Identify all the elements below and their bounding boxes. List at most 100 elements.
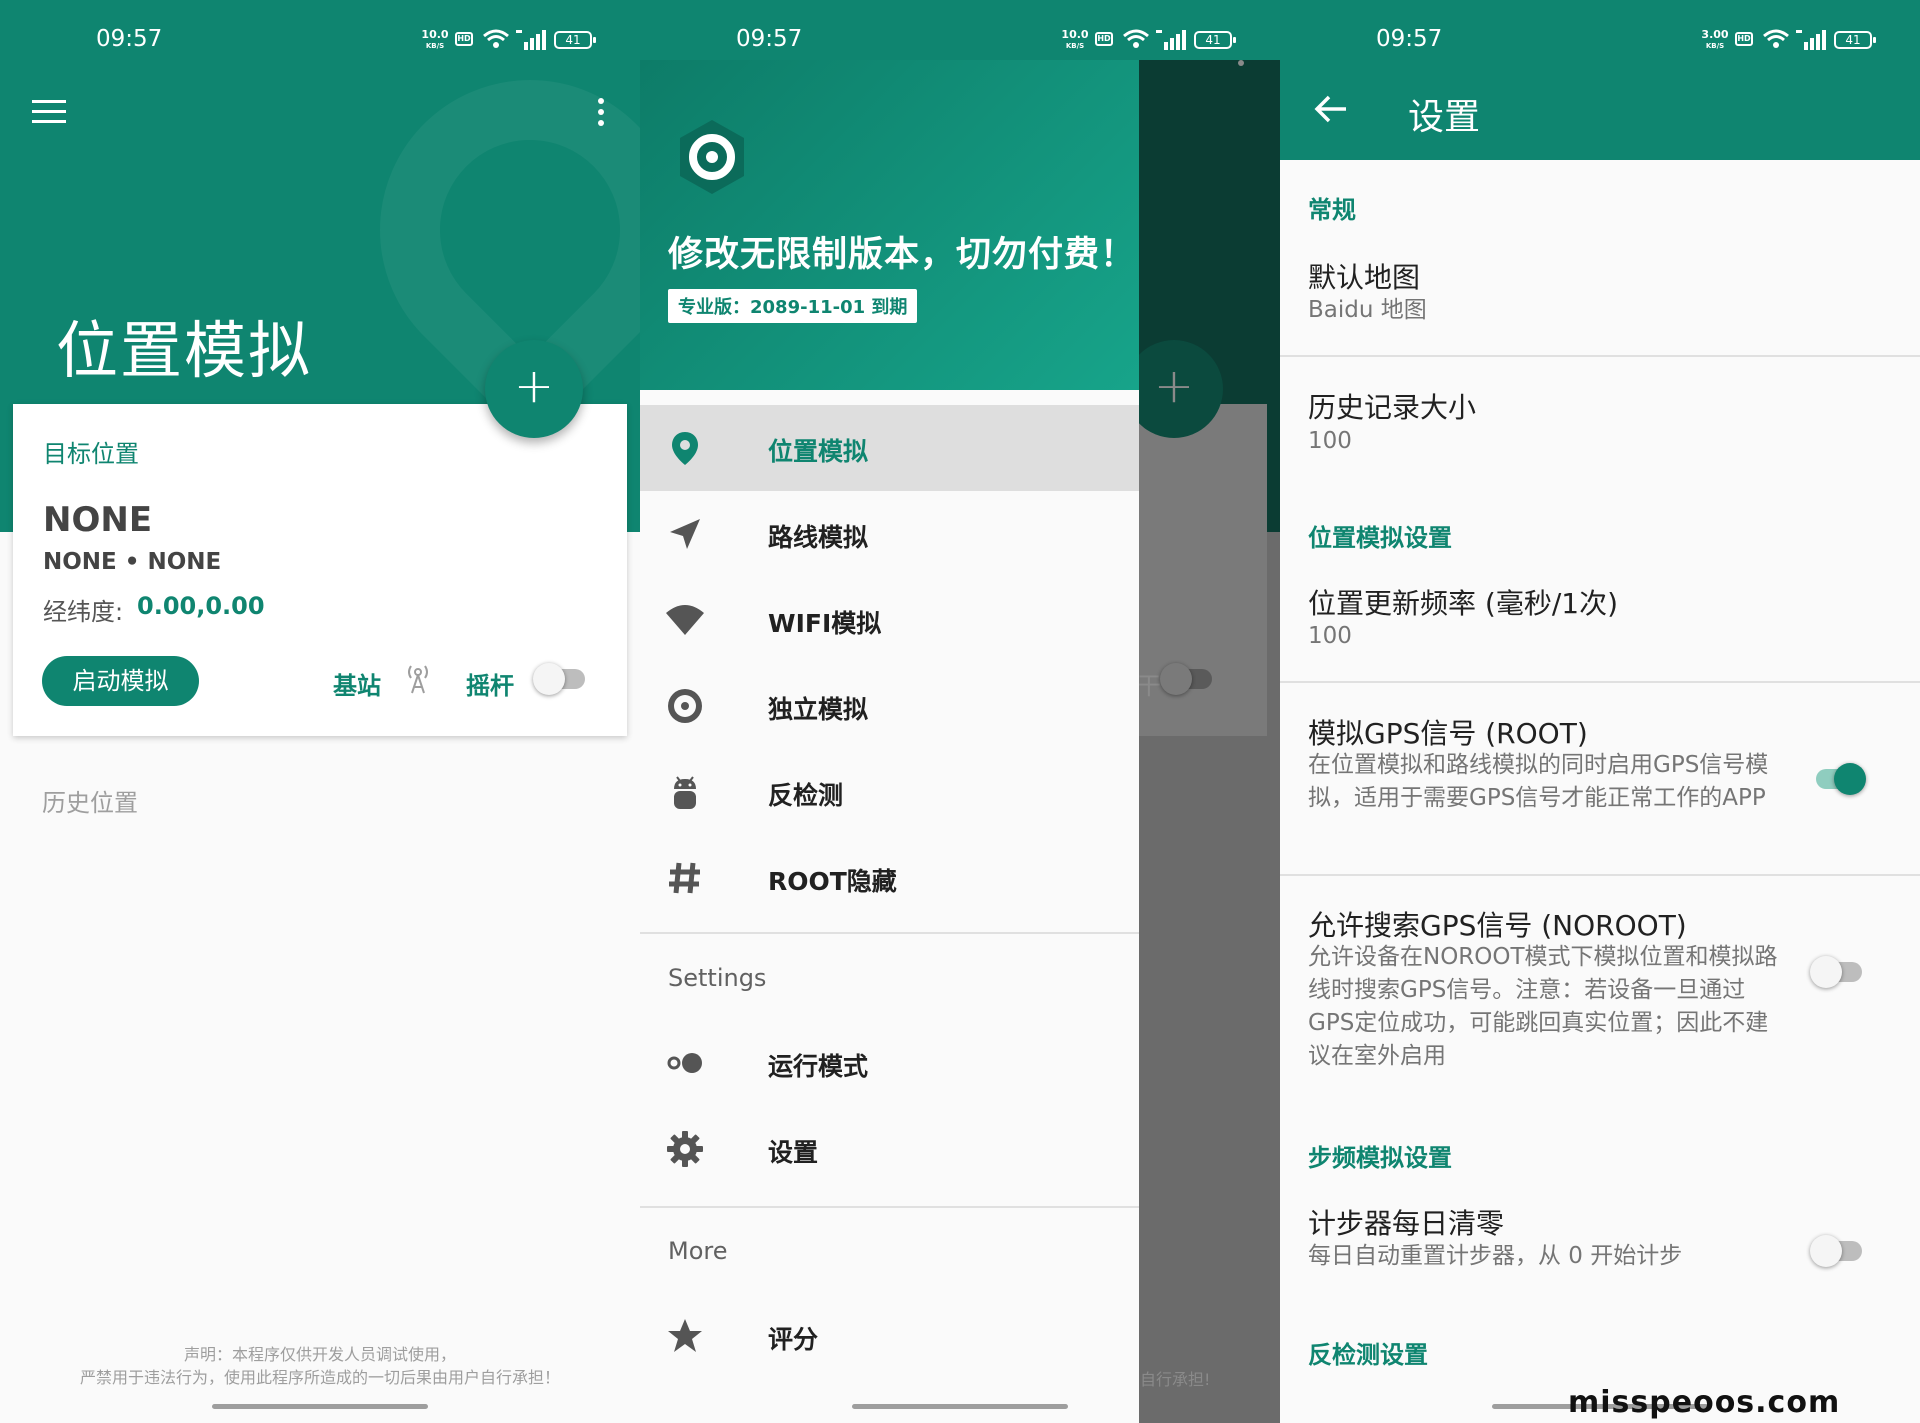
pref-description: 允许设备在NOROOT模式下模拟位置和模拟路线时搜索GPS信号。注意：若设备一旦… (1308, 944, 1778, 1069)
network-speed: 10.0 KB/S (1061, 28, 1089, 50)
drawer-item-root-hide[interactable]: ROOT隐藏 (640, 835, 1139, 921)
drawer-item-label: 运行模式 (768, 1052, 869, 1081)
screenshot-collage: 09:57 10.0 KB/S HD 41 位置模拟 + 目标位置 NONE NO… (0, 0, 1920, 1423)
step-reset-toggle[interactable] (1810, 1232, 1866, 1268)
gesture-nav-bar[interactable] (212, 1404, 428, 1409)
status-bar: 09:57 3.00 KB/S HD 41 (1280, 0, 1920, 60)
pref-divider (1280, 874, 1920, 876)
status-time: 09:57 (736, 26, 803, 52)
drawer-item-label: 反检测 (768, 781, 844, 810)
hd-icon: HD (1095, 32, 1113, 46)
hash-icon (669, 862, 700, 894)
pref-value: 100 (1308, 428, 1352, 454)
category-general: 常规 (1308, 196, 1356, 224)
start-simulation-button[interactable]: 启动模拟 (42, 656, 199, 706)
drawer-item-settings[interactable]: 设置 (640, 1106, 1139, 1192)
navigation-arrow-icon (670, 519, 700, 549)
network-speed: 10.0 KB/S (421, 28, 449, 50)
joystick-label: 摇杆 (466, 672, 514, 700)
joystick-toggle[interactable] (533, 660, 589, 696)
status-bar: 09:57 10.0 KB/S HD 41 (0, 0, 640, 60)
pref-divider (1280, 355, 1920, 357)
back-arrow-icon[interactable] (1314, 94, 1348, 124)
category-location-sim: 位置模拟设置 (1308, 524, 1452, 552)
overflow-menu-icon[interactable] (597, 98, 605, 130)
card-title: 目标位置 (43, 440, 139, 468)
pref-title: 位置更新频率 (毫秒/1次) (1308, 587, 1618, 620)
disclaimer-line-2: 严禁用于违法行为，使用此程序所造成的一切后果由用户自行承担！ (79, 1368, 560, 1387)
pref-title: 模拟GPS信号 (ROOT) (1308, 717, 1588, 750)
wifi-status-icon (1123, 29, 1149, 48)
pref-title: 默认地图 (1308, 261, 1421, 294)
drawer-item-label: 设置 (768, 1138, 819, 1167)
coordinates-label: 经纬度: (43, 598, 124, 626)
target-location-card: 目标位置 NONE NONE • NONE 经纬度: 0.00,0.00 启动模… (13, 404, 627, 736)
hd-icon: HD (1735, 32, 1753, 46)
pref-title: 历史记录大小 (1308, 391, 1477, 424)
license-badge: 专业版：2089-11-01 到期 (668, 289, 918, 323)
antenna-icon[interactable] (403, 662, 433, 694)
drawer-slogan: 修改无限制版本，切勿付费！ (668, 235, 1137, 275)
toggle-dots-icon (667, 1053, 702, 1073)
history-section-label: 历史位置 (42, 789, 138, 817)
drawer-item-label: 评分 (768, 1325, 819, 1354)
pref-title: 允许搜索GPS信号 (NOROOT) (1308, 909, 1687, 942)
pref-value: Baidu 地图 (1308, 297, 1427, 323)
add-location-button[interactable]: + (485, 340, 583, 438)
settings-section-header: Settings (668, 964, 767, 992)
hd-icon: HD (455, 32, 473, 46)
disclaimer-line-1: 声明：本程序仅供开发人员调试使用， (183, 1345, 456, 1364)
drawer-item-location-sim[interactable]: 位置模拟 (640, 405, 1139, 491)
category-step-sim: 步频模拟设置 (1308, 1144, 1452, 1172)
drawer-item-rate[interactable]: 评分 (640, 1293, 1139, 1379)
star-icon (668, 1319, 702, 1352)
drawer-item-wifi-sim[interactable]: WIFI模拟 (640, 577, 1139, 663)
location-subtitle: NONE • NONE (43, 549, 222, 575)
signal-icon (516, 30, 546, 50)
signal-icon (1156, 30, 1186, 50)
drawer-header: 修改无限制版本，切勿付费！ 专业版：2089-11-01 到期 (640, 60, 1139, 390)
drawer-item-anti-detect[interactable]: 反检测 (640, 749, 1139, 835)
pref-description: 每日自动重置计步器，从 0 开始计步 (1308, 1243, 1683, 1269)
android-icon (674, 776, 696, 809)
settings-list: 常规 默认地图 Baidu 地图 历史记录大小 100 位置模拟设置 位置更新频… (1280, 160, 1920, 1400)
drawer-item-route-sim[interactable]: 路线模拟 (640, 491, 1139, 577)
drawer-divider (640, 1206, 1139, 1208)
battery-icon: 41 (1834, 31, 1876, 49)
network-speed: 3.00 KB/S (1701, 28, 1729, 50)
scrim-toggle (1160, 660, 1216, 696)
pref-divider (1280, 681, 1920, 683)
scrim-disclaimer-fragment: 自行承担! (1140, 1370, 1211, 1389)
more-section-header: More (668, 1237, 728, 1265)
pref-description: 在位置模拟和路线模拟的同时启用GPS信号模拟，适用于需要GPS信号才能正常工作的… (1308, 752, 1769, 811)
disclaimer-text: 声明：本程序仅供开发人员调试使用， 严禁用于违法行为，使用此程序所造成的一切后果… (0, 1343, 640, 1389)
gps-search-toggle[interactable] (1810, 953, 1866, 989)
gear-icon (667, 1131, 703, 1167)
drawer-screen: 09:57 10.0 KB/S HD 41 + 干 自行承担! 修改无限制版本，切… (640, 0, 1280, 1423)
header-decoration (317, 60, 640, 443)
scrim-add-button: + (1125, 340, 1223, 438)
page-title: 设置 (1408, 97, 1481, 138)
wifi-icon (666, 605, 704, 635)
category-anti-detect: 反检测设置 (1308, 1341, 1428, 1369)
status-time: 09:57 (96, 26, 163, 52)
base-station-label[interactable]: 基站 (333, 666, 381, 701)
disc-icon (668, 689, 702, 723)
gesture-nav-bar[interactable] (852, 1404, 1068, 1409)
pref-title: 计步器每日清零 (1308, 1207, 1505, 1240)
drawer-item-standalone-sim[interactable]: 独立模拟 (640, 663, 1139, 749)
page-title: 位置模拟 (56, 314, 313, 387)
site-watermark: misspeoos.com (1568, 1385, 1841, 1420)
location-name: NONE (43, 500, 153, 540)
status-time: 09:57 (1376, 26, 1443, 52)
signal-icon (1796, 30, 1826, 50)
drawer-item-label: 位置模拟 (768, 437, 869, 466)
scrim-toggle-label-fragment: 干 (1137, 672, 1161, 700)
status-bar: 09:57 10.0 KB/S HD 41 (640, 0, 1280, 60)
gps-signal-toggle[interactable] (1810, 760, 1866, 796)
drawer-item-run-mode[interactable]: 运行模式 (640, 1020, 1139, 1106)
hamburger-menu-icon[interactable] (32, 100, 66, 124)
main-screen: 09:57 10.0 KB/S HD 41 位置模拟 + 目标位置 NONE NO… (0, 0, 640, 1423)
drawer-item-label: 路线模拟 (768, 523, 869, 552)
battery-icon: 41 (554, 31, 596, 49)
